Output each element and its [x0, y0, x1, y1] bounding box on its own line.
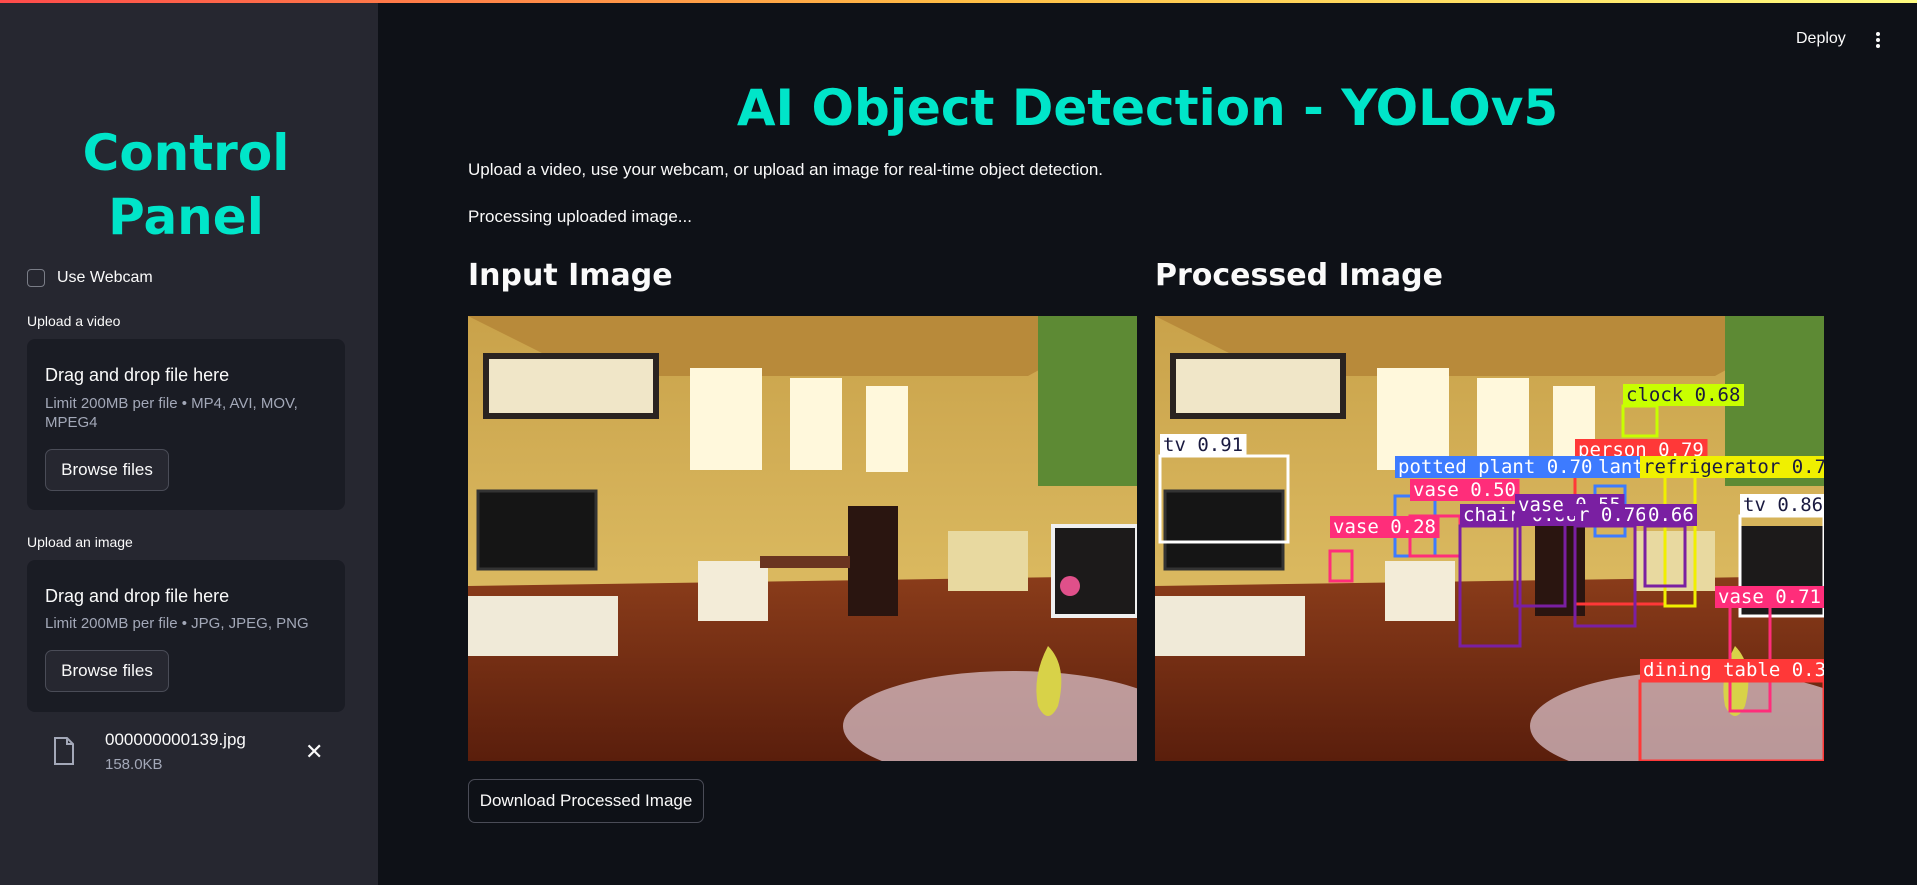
- upload-video-label: Upload a video: [27, 313, 121, 329]
- sidebar: Control Panel Use Webcam Upload a video …: [0, 3, 378, 885]
- input-image-heading: Input Image: [468, 258, 673, 293]
- use-webcam-label: Use Webcam: [57, 269, 153, 286]
- checkbox-box[interactable]: [27, 269, 45, 287]
- room-scene-detected: tv 0.91clock 0.68person 0.79potted plant…: [1155, 316, 1824, 761]
- file-size: 158.0KB: [105, 756, 163, 773]
- image-browse-button[interactable]: Browse files: [45, 650, 169, 692]
- video-browse-button[interactable]: Browse files: [45, 449, 169, 491]
- detection-label: refrigerator 0.7: [1643, 456, 1824, 478]
- detection-label: vase 0.50: [1413, 479, 1516, 501]
- detection-label: 0.66: [1648, 504, 1694, 526]
- close-icon[interactable]: ✕: [305, 741, 323, 763]
- file-name: 000000000139.jpg: [105, 730, 246, 749]
- deploy-button[interactable]: Deploy: [1796, 30, 1846, 48]
- page-title: AI Object Detection - YOLOv5: [736, 79, 1559, 137]
- image-dropzone[interactable]: Drag and drop file here Limit 200MB per …: [27, 560, 345, 712]
- status-text: Processing uploaded image...: [468, 207, 692, 226]
- use-webcam-checkbox[interactable]: Use Webcam: [27, 269, 153, 287]
- detection-label: clock 0.68: [1626, 384, 1740, 406]
- processed-image: tv 0.91 clock 0.68 person 0.79 potted plant…: [1155, 316, 1824, 761]
- detection-label: tv 0.91: [1163, 434, 1243, 456]
- sidebar-title-line2: Panel: [108, 188, 264, 246]
- upload-image-label: Upload an image: [27, 534, 133, 550]
- description-text: Upload a video, use your webcam, or uplo…: [468, 160, 1104, 179]
- image-limit-text: Limit 200MB per file • JPG, JPEG, PNG: [45, 615, 309, 632]
- detection-label: vase 0.28: [1333, 516, 1436, 538]
- video-dropzone[interactable]: Drag and drop file here Limit 200MB per …: [27, 339, 345, 510]
- image-drop-text: Drag and drop file here: [45, 586, 230, 606]
- detection-label: vase 0.71: [1718, 586, 1821, 608]
- detection-label: tv 0.86: [1743, 494, 1823, 516]
- file-icon: [53, 737, 75, 770]
- download-processed-image-button[interactable]: Download Processed Image: [468, 779, 704, 823]
- main-menu-icon[interactable]: [1870, 30, 1886, 50]
- processed-image-heading: Processed Image: [1155, 258, 1443, 293]
- detection-label: r 0.76: [1578, 504, 1647, 526]
- sidebar-title: Control Panel: [0, 121, 372, 249]
- input-image: [468, 316, 1137, 761]
- video-limit-text: Limit 200MB per file • MP4, AVI, MOV, MP…: [45, 395, 298, 431]
- sidebar-title-line1: Control: [82, 124, 290, 182]
- room-scene: [468, 316, 1137, 761]
- uploaded-file-item: 000000000139.jpg 158.0KB ✕: [27, 723, 345, 783]
- detection-label: lant: [1598, 456, 1644, 478]
- detection-label: potted plant 0.70: [1398, 456, 1592, 478]
- video-drop-text: Drag and drop file here: [45, 365, 230, 385]
- detection-label: dining table 0.30: [1643, 659, 1824, 681]
